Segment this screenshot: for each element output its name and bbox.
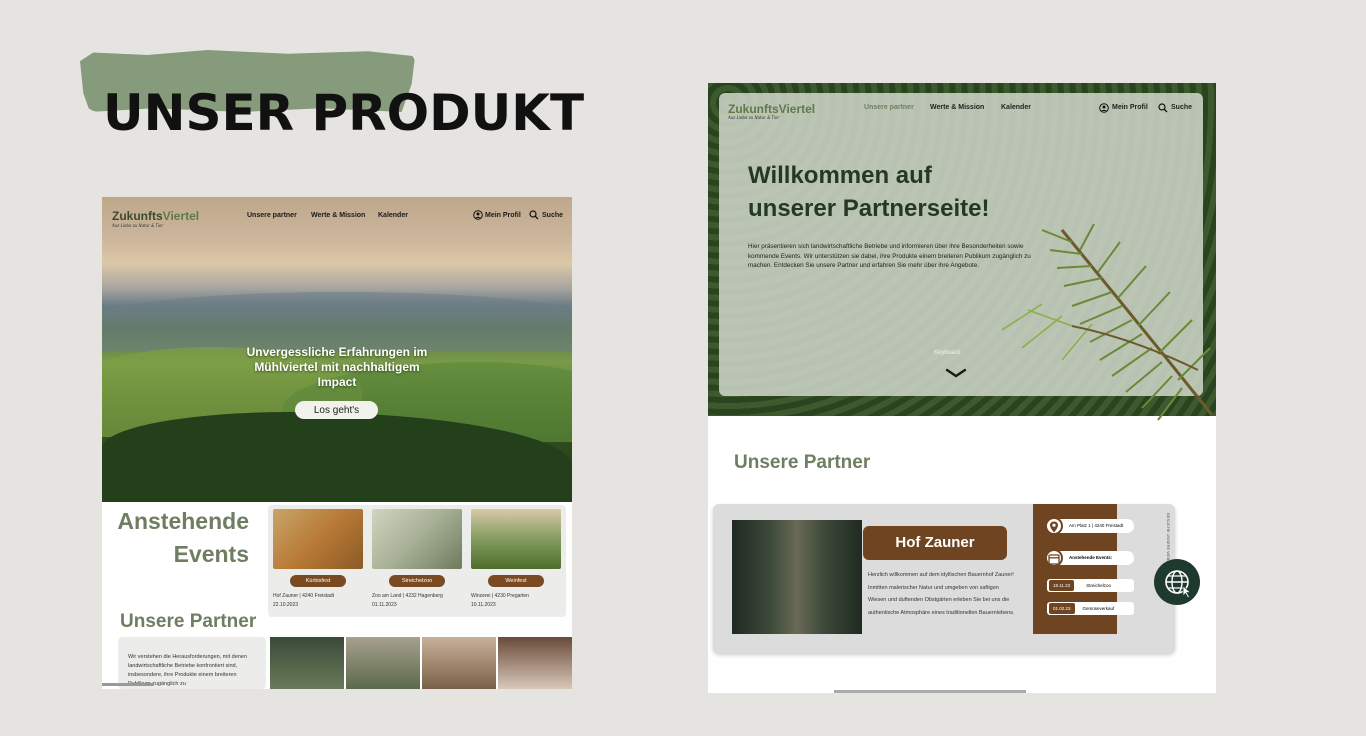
event-item[interactable]: 01.02.23 Gemüseverkauf	[1047, 602, 1134, 615]
scrollbar[interactable]	[834, 690, 1026, 693]
nav-unsere-partner[interactable]: Unsere partner	[247, 212, 297, 219]
logo[interactable]: ZukunftsViertel	[728, 102, 815, 116]
homepage-mockup: ZukunftsViertel Aus Liebe zu Natur & Tie…	[102, 197, 572, 689]
los-gehts-button[interactable]: Los geht's	[295, 401, 378, 419]
nav-kalender[interactable]: Kalender	[378, 212, 408, 219]
event-button[interactable]: Weinfest	[488, 575, 544, 587]
pine-branch-icon	[1002, 223, 1214, 421]
search-icon[interactable]	[1158, 103, 1168, 115]
location-pin-icon	[1045, 517, 1063, 535]
welcome-heading: Willkommen auf unserer Partnerseite!	[748, 162, 990, 222]
partner-text-box: Wir verstehen die Herausforderungen, mit…	[118, 637, 266, 689]
logo[interactable]: ZukunftsViertel	[112, 209, 199, 223]
nav-werte-mission[interactable]: Werte & Mission	[311, 212, 365, 219]
nav-suche[interactable]: Suche	[542, 212, 563, 219]
partner-photo	[732, 520, 862, 634]
events-heading: Anstehende Events	[117, 508, 249, 567]
partner-image[interactable]	[422, 637, 496, 689]
partner-image[interactable]	[498, 637, 572, 689]
partner-name-badge[interactable]: Hof Zauner	[863, 526, 1007, 560]
hero-text: Unvergessliche Erfahrungen im Mühlvierte…	[246, 345, 428, 389]
nav-unsere-partner[interactable]: Unsere partner	[864, 104, 914, 111]
event-card[interactable]: Weinfest Winzerei | 4230 Pregarten 10.11.…	[471, 509, 561, 610]
event-card[interactable]: Streichelzoo Zoo am Land | 4232 Hagenber…	[372, 509, 462, 610]
top-navigation: ZukunftsViertel Aus Liebe zu Natur & Tie…	[102, 197, 572, 237]
partner-image[interactable]	[346, 637, 420, 689]
partner-heading: Unsere Partner	[120, 611, 257, 632]
nav-mein-profil[interactable]: Mein Profil	[485, 212, 521, 219]
section-heading: Unsere Partner	[734, 452, 871, 473]
events-panel: Kürbisfest Hof Zauner | 4240 Freistadt 22…	[268, 505, 566, 617]
partner-description: Herzlich willkommen auf dem idyllischen …	[868, 572, 1015, 616]
event-image	[372, 509, 462, 569]
logo-tagline: Aus Liebe zu Natur & Tier	[728, 115, 780, 120]
partner-info-panel: Am Platz 1 | 4240 Freistadt Anstehende E…	[1033, 504, 1134, 634]
nav-mein-profil[interactable]: Mein Profil	[1112, 104, 1148, 111]
profile-icon[interactable]	[473, 210, 483, 222]
search-icon[interactable]	[529, 210, 539, 222]
scrollbar[interactable]	[102, 683, 154, 686]
calendar-icon	[1045, 549, 1063, 567]
nav-kalender[interactable]: Kalender	[1001, 104, 1031, 111]
event-image	[273, 509, 363, 569]
nav-werte-mission[interactable]: Werte & Mission	[930, 104, 984, 111]
logo-tagline: Aus Liebe zu Natur & Tier	[112, 223, 164, 228]
page-headline: UNSER PRODUKT	[103, 84, 585, 142]
event-image	[471, 509, 561, 569]
chevron-down-icon[interactable]	[945, 368, 967, 378]
keyboard-hint: Keyboard	[934, 350, 960, 356]
event-card[interactable]: Kürbisfest Hof Zauner | 4240 Freistadt 22…	[273, 509, 363, 610]
nav-suche[interactable]: Suche	[1171, 104, 1192, 111]
partner-page-mockup: ZukunftsViertel Aus Liebe zu Natur & Tie…	[708, 83, 1216, 693]
partner-image[interactable]	[270, 637, 344, 689]
event-button[interactable]: Kürbisfest	[290, 575, 346, 587]
event-button[interactable]: Streichelzoo	[389, 575, 445, 587]
globe-icon[interactable]	[1154, 559, 1200, 605]
event-item[interactable]: 18.11.23 Streichelzoo	[1047, 579, 1134, 592]
profile-icon[interactable]	[1099, 103, 1109, 115]
